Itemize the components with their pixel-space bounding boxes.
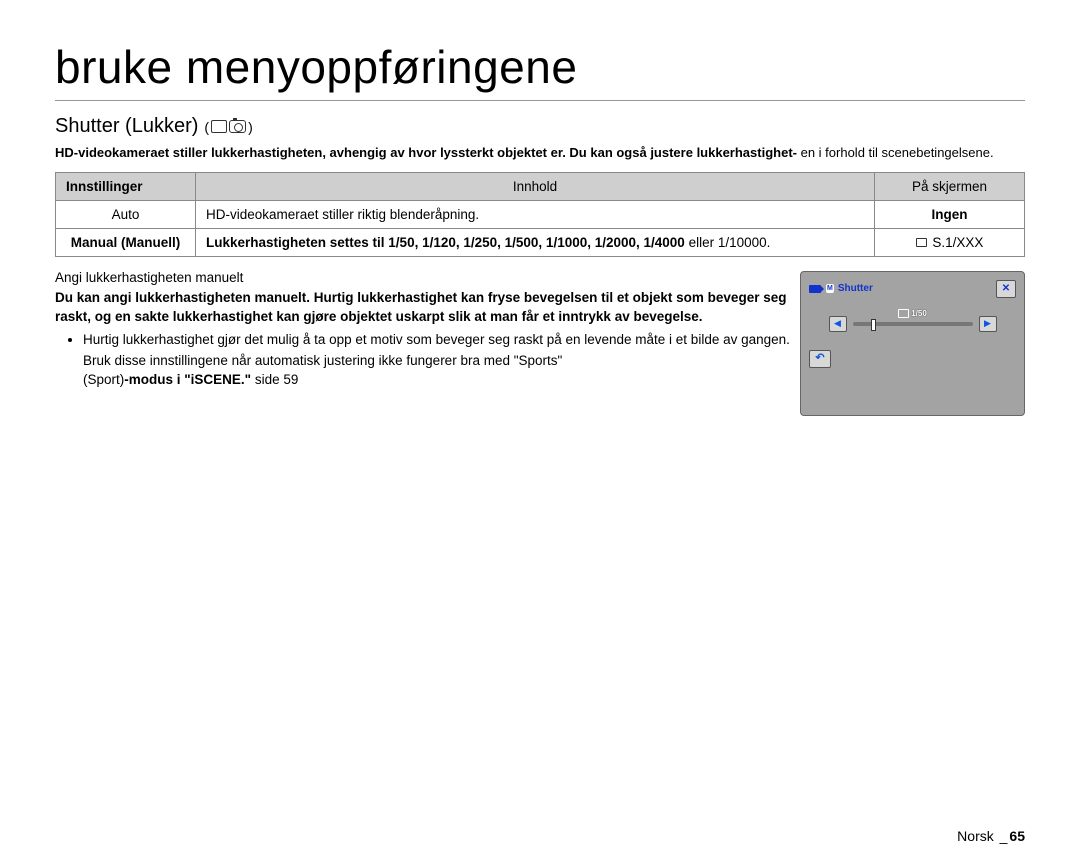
footer-sep: _ bbox=[1000, 828, 1008, 844]
sub2c: side 59 bbox=[255, 372, 299, 387]
lcd-value: 1/50 bbox=[801, 308, 1024, 319]
tip-subline-2: (Sport)-modus i "iSCENE." side 59 bbox=[83, 371, 823, 390]
cell-content: Lukkerhastigheten settes til 1/50, 1/120… bbox=[196, 228, 875, 256]
th-content: Innhold bbox=[196, 172, 875, 200]
photo-mode-icon bbox=[229, 120, 246, 133]
cell-content-suffix: eller 1/10000. bbox=[689, 235, 771, 250]
back-button[interactable]: ↶ bbox=[809, 350, 831, 368]
tips-list: Hurtig lukkerhastighet gjør det mulig å … bbox=[83, 331, 823, 350]
manual-badge-icon: M bbox=[826, 284, 834, 294]
lcd-preview: M Shutter ✕ 1/50 ◀ ▶ ↶ bbox=[800, 271, 1025, 416]
manual-section: Angi lukkerhastigheten manuelt Du kan an… bbox=[55, 269, 1025, 390]
mode-icons: ( ) bbox=[204, 119, 252, 135]
lcd-title: M Shutter bbox=[809, 282, 990, 296]
shutter-slider[interactable] bbox=[853, 322, 973, 326]
camera-icon bbox=[809, 285, 821, 293]
intro-paragraph: HD-videokameraet stiller lukkerhastighet… bbox=[55, 144, 1025, 162]
cell-content: HD-videokameraet stiller riktig blenderå… bbox=[196, 200, 875, 228]
sub2b: -modus i "iSCENE." bbox=[124, 372, 255, 387]
cell-content-bold: Lukkerhastigheten settes til 1/50, 1/120… bbox=[206, 235, 689, 250]
manual-mode-icon bbox=[916, 238, 927, 247]
value-mode-icon bbox=[898, 309, 909, 318]
cell-display-text: S.1/XXX bbox=[929, 235, 984, 250]
th-settings: Innstillinger bbox=[56, 172, 196, 200]
intro-bold: HD-videokameraet stiller lukkerhastighet… bbox=[55, 145, 797, 160]
section-heading: Shutter (Lukker) ( ) bbox=[55, 115, 1025, 138]
lcd-value-text: 1/50 bbox=[911, 309, 927, 318]
close-icon: ✕ bbox=[1002, 282, 1010, 296]
return-icon: ↶ bbox=[815, 351, 824, 366]
lcd-title-text: Shutter bbox=[838, 282, 873, 296]
footer-page: 65 bbox=[1009, 828, 1025, 844]
paren-open: ( bbox=[204, 119, 209, 135]
cell-display: S.1/XXX bbox=[875, 228, 1025, 256]
arrow-left-icon: ◀ bbox=[834, 317, 841, 330]
page-footer: Norsk _65 bbox=[957, 828, 1025, 844]
cell-setting: Auto bbox=[56, 200, 196, 228]
tip-subline-1: Bruk disse innstillingene når automatisk… bbox=[83, 352, 823, 371]
video-mode-icon bbox=[211, 120, 227, 133]
th-display: På skjermen bbox=[875, 172, 1025, 200]
table-row: Manual (Manuell) Lukkerhastigheten sette… bbox=[56, 228, 1025, 256]
page-title: bruke menyoppføringene bbox=[55, 40, 1025, 101]
cell-setting: Manual (Manuell) bbox=[56, 228, 196, 256]
close-button[interactable]: ✕ bbox=[996, 280, 1016, 298]
manual-description: Du kan angi lukkerhastigheten manuelt. H… bbox=[55, 289, 815, 327]
footer-lang: Norsk bbox=[957, 828, 994, 844]
paren-close: ) bbox=[248, 119, 253, 135]
sub2a: (Sport) bbox=[83, 372, 124, 387]
table-header-row: Innstillinger Innhold På skjermen bbox=[56, 172, 1025, 200]
list-item: Hurtig lukkerhastighet gjør det mulig å … bbox=[83, 331, 823, 350]
intro-rest: en i forhold til scenebetingelsene. bbox=[801, 145, 994, 160]
cell-display: Ingen bbox=[875, 200, 1025, 228]
arrow-right-icon: ▶ bbox=[984, 317, 991, 330]
table-row: Auto HD-videokameraet stiller riktig ble… bbox=[56, 200, 1025, 228]
settings-table: Innstillinger Innhold På skjermen Auto H… bbox=[55, 172, 1025, 257]
subtitle-text: Shutter (Lukker) bbox=[55, 115, 198, 138]
